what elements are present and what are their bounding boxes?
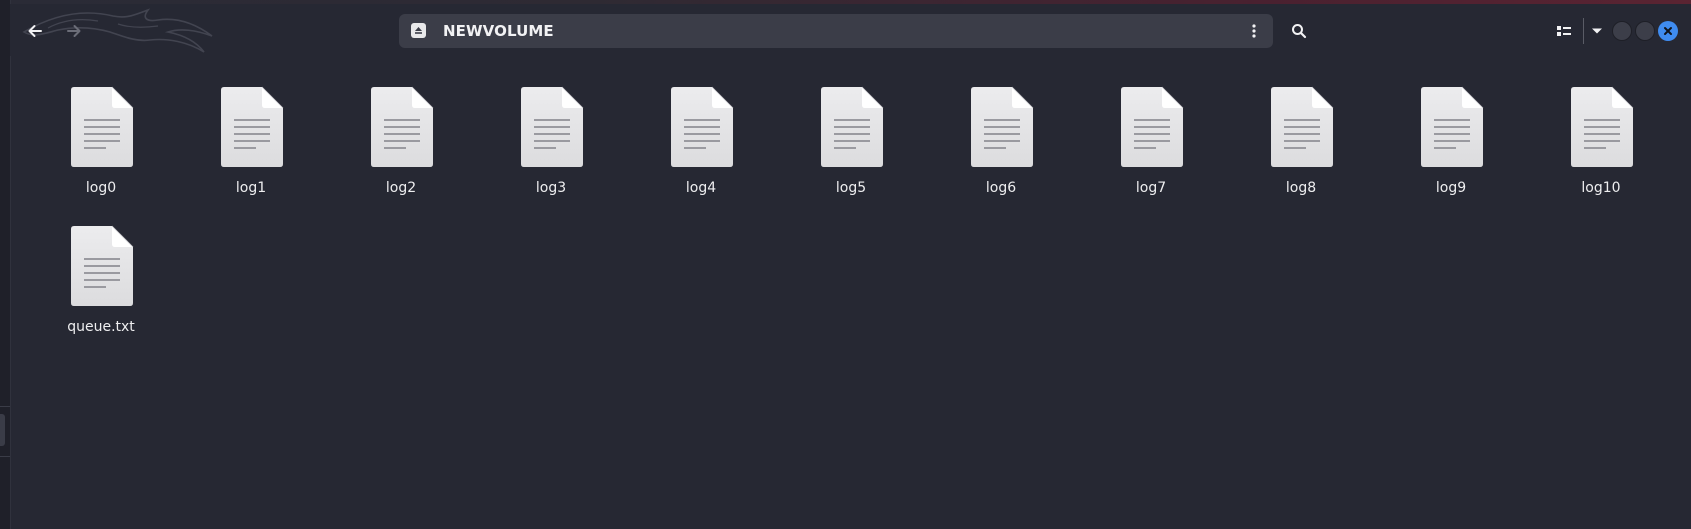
file-name: queue.txt xyxy=(67,319,135,335)
close-icon xyxy=(1664,27,1672,35)
text-file-icon xyxy=(71,86,134,167)
view-list-icon xyxy=(1557,26,1571,36)
header-bar: NEWVOLUME xyxy=(10,4,1691,56)
file-name: log7 xyxy=(1135,180,1167,196)
file-item[interactable]: log7 xyxy=(1086,86,1196,216)
file-item[interactable]: log3 xyxy=(486,86,596,216)
close-button[interactable] xyxy=(1658,21,1678,41)
arrow-right-icon xyxy=(67,25,81,37)
text-file-icon xyxy=(971,86,1034,167)
file-item[interactable]: log10 xyxy=(1536,86,1646,216)
file-item[interactable]: log0 xyxy=(36,86,146,216)
file-item[interactable]: log9 xyxy=(1386,86,1496,216)
view-options-button[interactable] xyxy=(1584,14,1610,48)
file-name: log2 xyxy=(385,180,417,196)
file-name: log4 xyxy=(685,180,717,196)
file-name: log5 xyxy=(835,180,867,196)
file-name: log0 xyxy=(85,180,117,196)
file-name: log1 xyxy=(235,180,267,196)
file-name: log6 xyxy=(985,180,1017,196)
search-button[interactable] xyxy=(1282,14,1316,48)
divider xyxy=(0,406,10,407)
text-file-icon xyxy=(671,86,734,167)
drive-eject-icon xyxy=(411,23,426,38)
file-item[interactable]: log2 xyxy=(336,86,446,216)
chevron-down-icon xyxy=(1592,28,1602,34)
text-file-icon xyxy=(371,86,434,167)
back-button[interactable] xyxy=(18,14,52,48)
arrow-left-icon xyxy=(28,25,42,37)
file-item[interactable]: log1 xyxy=(186,86,296,216)
text-file-icon xyxy=(821,86,884,167)
view-mode-button[interactable] xyxy=(1547,14,1581,48)
text-file-icon xyxy=(1421,86,1484,167)
text-file-icon xyxy=(71,225,134,306)
file-manager-window: NEWVOLUME log0 log1 log2 log3 log4 log5 … xyxy=(0,0,1691,529)
file-name: log8 xyxy=(1285,180,1317,196)
text-file-icon xyxy=(521,86,584,167)
file-item[interactable]: log6 xyxy=(936,86,1046,216)
file-name: log9 xyxy=(1435,180,1467,196)
file-name: log10 xyxy=(1581,180,1621,196)
vertical-dots-icon xyxy=(1252,24,1256,38)
forward-button[interactable] xyxy=(57,14,91,48)
text-file-icon xyxy=(1571,86,1634,167)
panel-handle[interactable] xyxy=(0,414,5,446)
minimize-button[interactable] xyxy=(1612,21,1632,41)
maximize-button[interactable] xyxy=(1635,21,1655,41)
location-bar[interactable]: NEWVOLUME xyxy=(399,14,1273,48)
divider xyxy=(0,456,10,457)
file-grid: log0 log1 log2 log3 log4 log5 log6 log7 … xyxy=(10,56,1691,529)
text-file-icon xyxy=(1121,86,1184,167)
file-item[interactable]: log4 xyxy=(636,86,746,216)
location-label[interactable]: NEWVOLUME xyxy=(443,22,554,40)
file-item[interactable]: log8 xyxy=(1236,86,1346,216)
text-file-icon xyxy=(221,86,284,167)
search-icon xyxy=(1292,24,1307,39)
text-file-icon xyxy=(1271,86,1334,167)
location-menu-button[interactable] xyxy=(1241,18,1267,44)
file-name: log3 xyxy=(535,180,567,196)
file-item[interactable]: log5 xyxy=(786,86,896,216)
file-item[interactable]: queue.txt xyxy=(36,225,146,355)
